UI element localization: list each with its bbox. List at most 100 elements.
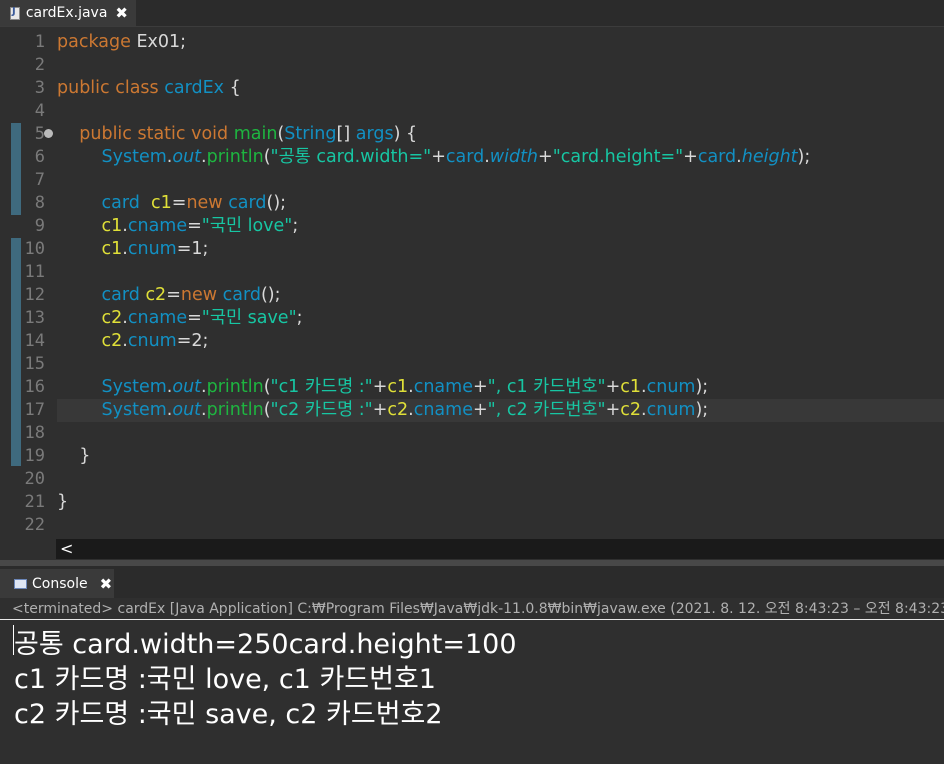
line-number: 8 [34, 193, 45, 213]
code-line: System.out.println("c1 카드명 :"+c1.cname+"… [101, 377, 709, 397]
code-content[interactable]: package Ex01; public class cardEx { publ… [57, 31, 944, 537]
variable-name: c2 [387, 400, 409, 420]
console-status: <terminated> cardEx [Java Application] C… [0, 598, 944, 620]
code-line: c1.cname="국민 love"; [101, 216, 299, 236]
string-literal: "국민 love" [201, 216, 293, 236]
variable-name: c1 [101, 239, 123, 259]
keyword: package [57, 32, 131, 52]
line-number: 14 [24, 331, 45, 351]
variable-name: c2 [145, 285, 167, 305]
code-line: System.out.println("공통 card.width="+card… [101, 147, 811, 167]
string-literal: "c1 카드명 :" [270, 377, 373, 397]
console-output[interactable]: 공통 card.width=250card.height=100 c1 카드명 … [0, 621, 944, 764]
method-name: println [206, 377, 264, 397]
horizontal-scrollbar[interactable]: < [56, 539, 944, 559]
string-literal: "card.height=" [552, 147, 684, 167]
line-number: 9 [34, 216, 45, 236]
keyword: public static void [79, 124, 229, 144]
code-line: c2.cnum=2; [101, 331, 209, 351]
static-field: out [172, 147, 202, 167]
line-number: 3 [34, 78, 45, 98]
code-text: } [79, 446, 91, 466]
line-number: 1 [34, 32, 45, 52]
code-editor[interactable]: 1 2 3 4 5 6 7 8 9 10 11 12 13 14 15 16 1… [0, 27, 944, 540]
string-literal: "국민 save" [201, 308, 297, 328]
code-line: c1.cnum=1; [101, 239, 209, 259]
fold-toggle-icon[interactable] [44, 129, 53, 138]
line-number: 22 [24, 515, 45, 535]
line-number: 5 [34, 124, 45, 144]
code-text: { [224, 78, 241, 98]
class-name: card [101, 285, 140, 305]
code-text: Ex01; [130, 32, 187, 52]
line-number: 16 [24, 377, 45, 397]
output-line: 공통 card.width=250card.height=100 [14, 629, 517, 660]
string-literal: "공통 card.width=" [270, 147, 432, 167]
code-text: (); [266, 193, 287, 213]
string-literal: ", c1 카드번호" [487, 377, 606, 397]
line-number: 19 [24, 446, 45, 466]
variable-name: c2 [101, 331, 123, 351]
code-text: =1; [176, 239, 209, 259]
line-number: 20 [24, 469, 45, 489]
close-icon[interactable]: ✖ [115, 4, 128, 22]
class-name: System [101, 400, 167, 420]
param-name: args [355, 124, 394, 144]
class-name: card [445, 147, 485, 167]
class-name: System [101, 377, 167, 397]
keyword: public class [57, 78, 159, 98]
field-name: cnum [646, 400, 696, 420]
code-line: public static void main(String[] args) { [57, 123, 944, 146]
console-icon [14, 578, 27, 589]
editor-tab-cardex[interactable]: cardEx.java ✖ [0, 0, 136, 26]
string-literal: "c2 카드명 :" [270, 400, 373, 420]
code-line: } [57, 491, 944, 514]
field-name: cname [413, 400, 473, 420]
class-name: card [101, 193, 140, 213]
line-number: 7 [34, 170, 45, 190]
code-line: c2.cname="국민 save"; [101, 308, 303, 328]
line-numbers: 1 2 3 4 5 6 7 8 9 10 11 12 13 14 15 16 1… [0, 31, 46, 537]
code-text: } [57, 492, 69, 512]
field-name: cnum [646, 377, 696, 397]
static-field: out [172, 377, 202, 397]
class-name: card [228, 193, 267, 213]
variable-name: c1 [151, 193, 172, 213]
method-name: println [206, 400, 264, 420]
variable-name: c1 [101, 216, 123, 236]
tab-console[interactable]: Console ✖ [0, 569, 114, 598]
class-name: cardEx [164, 78, 225, 98]
editor-tab-bar: cardEx.java ✖ [0, 0, 944, 27]
static-field: out [172, 400, 202, 420]
code-text: (); [260, 285, 281, 305]
string-literal: ", c2 카드번호" [487, 400, 606, 420]
editor-tab-label: cardEx.java [25, 5, 108, 21]
output-line: c2 카드명 :국민 save, c2 카드번호2 [14, 699, 443, 730]
class-name: card [222, 285, 261, 305]
close-icon[interactable]: ✖ [100, 575, 113, 593]
java-file-icon [10, 6, 20, 20]
static-field: width [489, 147, 539, 167]
method-name: main [233, 124, 278, 144]
line-number: 21 [24, 492, 45, 512]
line-number: 4 [34, 101, 45, 121]
current-code-line: System.out.println("c2 카드명 :"+c2.cname+"… [57, 399, 944, 422]
line-number: 2 [34, 55, 45, 75]
code-text: [] [336, 124, 356, 144]
class-name: card [697, 147, 737, 167]
type-name: String [284, 124, 337, 144]
field-name: cname [127, 216, 188, 236]
variable-name: c1 [620, 377, 642, 397]
variable-name: c1 [387, 377, 409, 397]
scroll-left-icon[interactable]: < [60, 539, 73, 559]
method-name: println [206, 147, 264, 167]
code-text: ); [797, 147, 811, 167]
code-line: card c1=new card(); [101, 193, 287, 213]
